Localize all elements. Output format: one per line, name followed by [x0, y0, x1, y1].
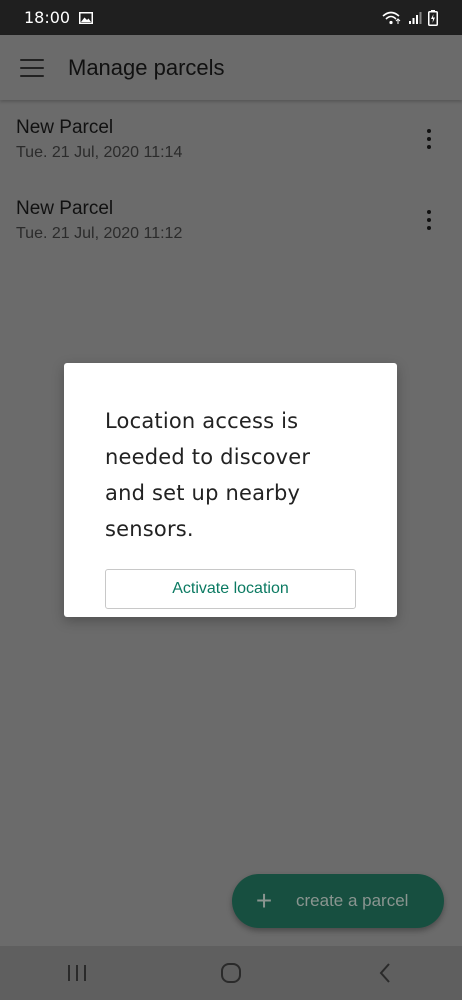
- parcel-list: New Parcel Tue. 21 Jul, 2020 11:14 New P…: [0, 100, 462, 262]
- wifi-icon: [382, 11, 402, 25]
- signal-icon: [408, 11, 422, 25]
- list-item[interactable]: New Parcel Tue. 21 Jul, 2020 11:14: [0, 100, 462, 181]
- activate-location-button[interactable]: Activate location: [105, 569, 356, 609]
- more-options-icon[interactable]: [426, 129, 432, 149]
- home-icon[interactable]: [201, 953, 261, 993]
- parcel-date: Tue. 21 Jul, 2020 11:14: [16, 144, 183, 161]
- parcel-name: New Parcel: [16, 198, 114, 219]
- page-title: Manage parcels: [68, 54, 225, 80]
- status-time: 18:00: [24, 8, 71, 27]
- more-options-icon[interactable]: [426, 210, 432, 230]
- system-nav-bar: [0, 946, 462, 1000]
- parcel-name: New Parcel: [16, 117, 114, 138]
- list-item[interactable]: New Parcel Tue. 21 Jul, 2020 11:12: [0, 181, 462, 262]
- image-icon: [79, 11, 94, 24]
- dialog-message: Location access is needed to discover an…: [105, 409, 311, 541]
- create-parcel-button[interactable]: + create a parcel: [232, 874, 444, 928]
- location-dialog: Location access is needed to discover an…: [64, 363, 397, 617]
- create-parcel-label: create a parcel: [296, 891, 409, 910]
- back-icon[interactable]: [355, 953, 415, 993]
- parcel-date: Tue. 21 Jul, 2020 11:12: [16, 225, 183, 242]
- app-bar: Manage parcels: [0, 35, 462, 100]
- battery-icon: [428, 9, 438, 26]
- recents-icon[interactable]: [47, 953, 107, 993]
- hamburger-menu-icon[interactable]: [20, 58, 44, 77]
- status-bar: 18:00: [0, 0, 462, 35]
- plus-icon: +: [255, 885, 273, 916]
